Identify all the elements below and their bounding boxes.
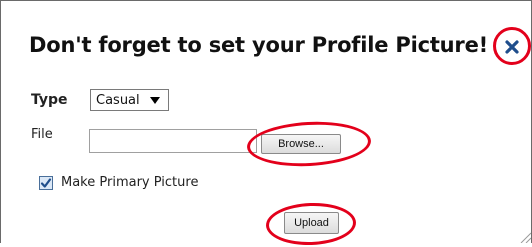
make-primary-label: Make Primary Picture bbox=[61, 175, 199, 190]
dialog-title: Don't forget to set your Profile Picture… bbox=[29, 33, 488, 57]
close-x-icon bbox=[505, 40, 519, 54]
profile-picture-dialog: Don't forget to set your Profile Picture… bbox=[0, 0, 532, 247]
upload-button[interactable]: Upload bbox=[284, 212, 339, 234]
file-path-input[interactable] bbox=[89, 129, 257, 153]
make-primary-checkbox[interactable] bbox=[39, 176, 53, 190]
type-select[interactable]: Casual bbox=[90, 89, 169, 111]
dropdown-arrow-icon bbox=[150, 97, 160, 104]
browse-button[interactable]: Browse... bbox=[261, 134, 341, 154]
checkmark-icon bbox=[40, 178, 52, 188]
resize-grip-icon[interactable] bbox=[517, 231, 531, 243]
type-select-value: Casual bbox=[96, 92, 140, 108]
type-label: Type bbox=[31, 92, 68, 108]
file-label: File bbox=[31, 127, 53, 142]
close-button[interactable] bbox=[504, 39, 520, 55]
